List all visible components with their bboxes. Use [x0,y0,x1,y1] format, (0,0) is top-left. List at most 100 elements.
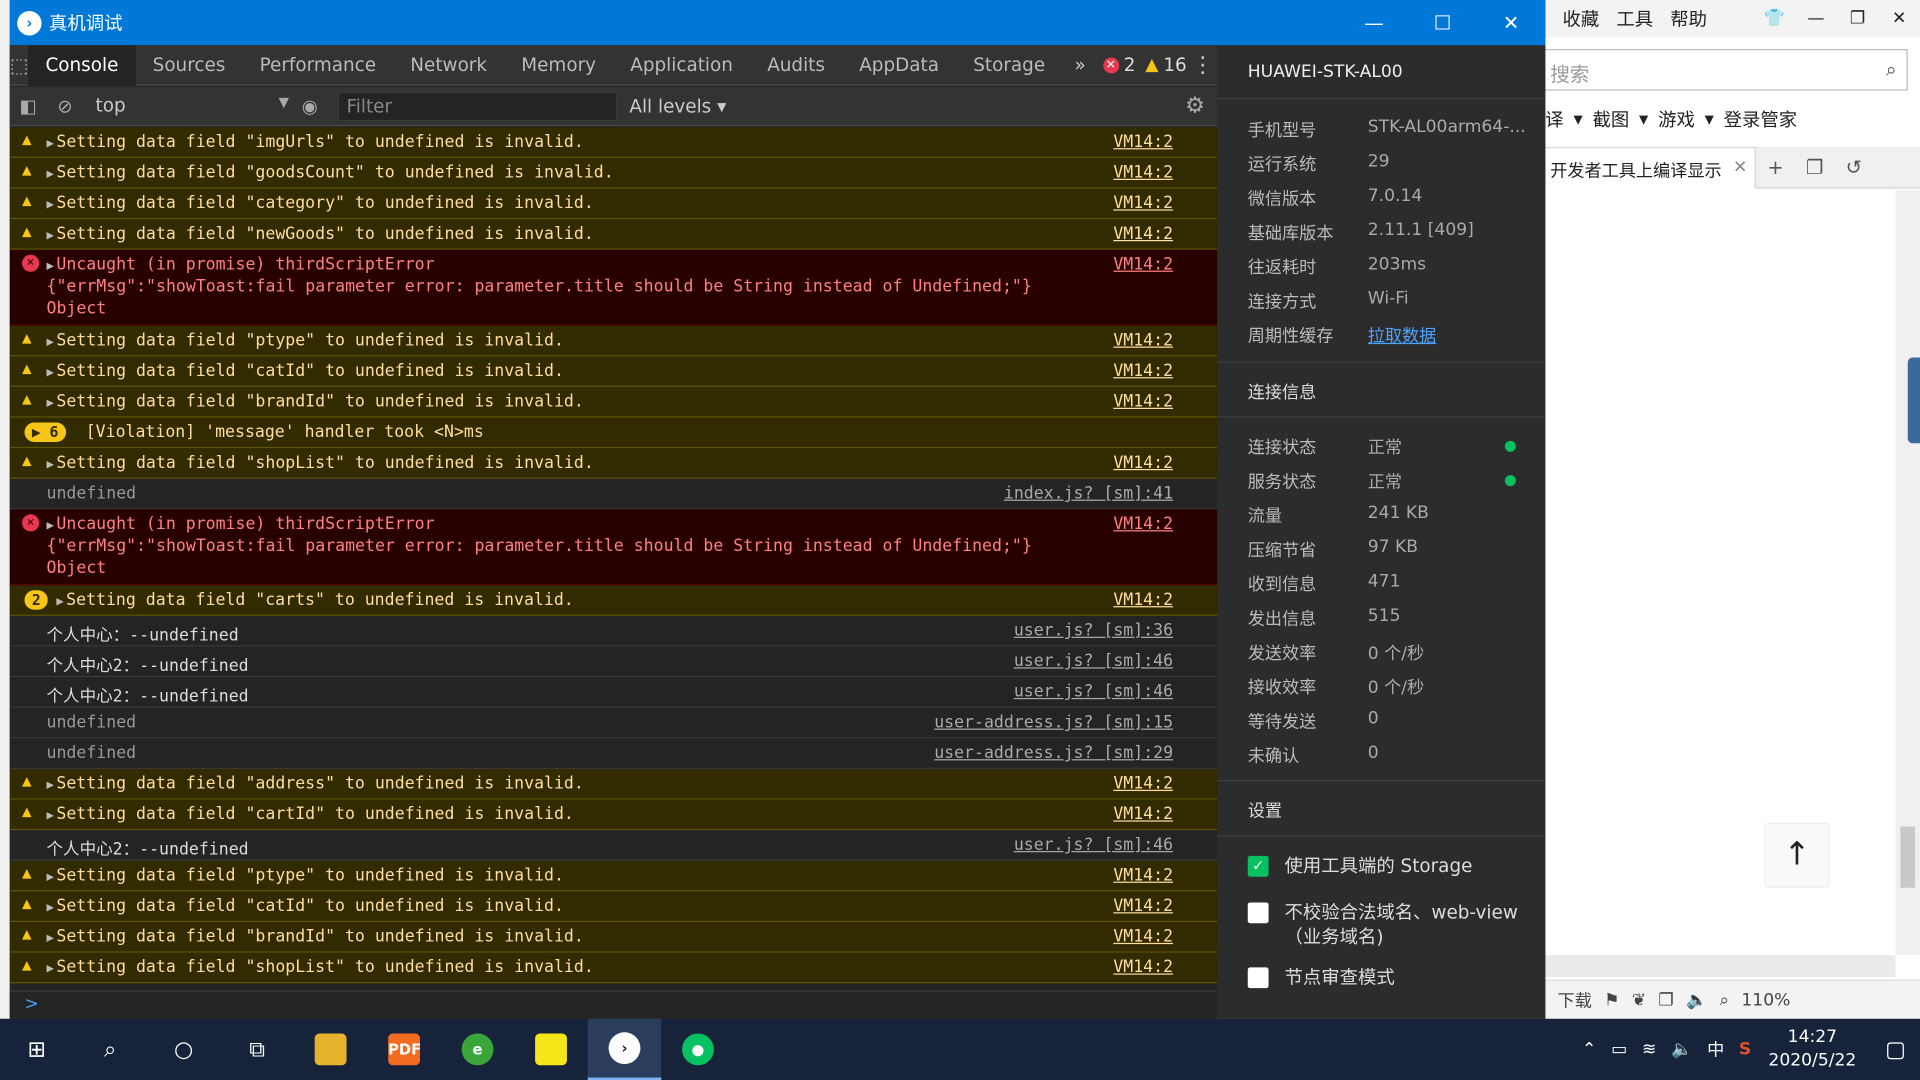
close-icon[interactable]: ✕ [1878,9,1920,29]
issue-counter[interactable]: ✕ 2 ▲ 16 [1098,54,1192,76]
close-button[interactable]: ✕ [1477,0,1546,45]
expand-caret-icon[interactable]: ▶ [47,397,54,410]
inspect-icon[interactable]: ⬚ [10,53,29,76]
expand-caret-icon[interactable]: ▶ [47,260,54,273]
flag-icon[interactable]: ⚑ [1604,990,1619,1010]
log-source-link[interactable]: VM14:2 [1113,590,1173,610]
console-row-info[interactable]: 个人中心：--undefined user.js? [sm]:36 [9,615,1218,647]
log-source-link[interactable]: VM14:2 [1113,927,1173,947]
console-row-warn[interactable]: ▲ ▶ Setting data field "catId" to undefine… [9,356,1218,387]
browser-search-input[interactable]: 搜索 ⌕ [1545,48,1908,91]
tab-sources[interactable]: Sources [136,45,243,85]
link-login[interactable]: 登录管家 [1724,106,1797,132]
log-source-link[interactable]: VM14:2 [1113,132,1173,152]
browser-hscrollbar[interactable] [1545,955,1896,978]
console-row-warn[interactable]: ▲ ▶ Setting data field "address" to undefi… [9,768,1218,800]
sogou-icon[interactable]: S [1739,1040,1751,1060]
console-row-info[interactable]: 个人中心2：--undefined user.js? [sm]:46 [9,830,1218,861]
dropdown-icon[interactable]: ▾ [1639,108,1648,130]
levels-dropdown[interactable]: All levels ▾ [629,95,726,117]
expand-caret-icon[interactable]: ▶ [47,198,54,211]
console-row-info[interactable]: 个人中心2：--undefined user.js? [sm]:46 [9,646,1218,678]
expand-caret-icon[interactable]: ▶ [47,336,54,349]
log-source-link[interactable]: VM14:2 [1113,514,1173,534]
leaf-icon[interactable]: ❦ [1632,990,1646,1010]
console-row-warn[interactable]: ▲ ▶ Setting data field "goodsCount" to und… [9,157,1218,189]
zoom-level[interactable]: 110% [1741,990,1790,1010]
checkbox-checked-icon[interactable]: ✓ [1247,855,1269,877]
menu-tools[interactable]: 工具 [1616,6,1653,32]
log-source-link[interactable]: user.js? [sm]:46 [1014,835,1173,855]
log-source-link[interactable]: VM14:2 [1113,453,1173,473]
console-row-warn[interactable]: ▲ ▶ Setting data field "ptype" to undefine… [9,860,1218,892]
context-selector[interactable]: top ▼ [88,91,291,120]
console-row-err[interactable]: ✕ ▶ Uncaught (in promise) thirdScriptError… [9,249,1218,326]
download-label[interactable]: 下载 [1558,988,1592,1012]
log-source-link[interactable]: VM14:2 [1113,331,1173,351]
pull-data-link[interactable]: 拉取数据 [1368,323,1527,347]
cortana-icon[interactable]: ○ [147,1019,220,1080]
new-tab-icon[interactable]: + [1756,156,1795,179]
windows-start-icon[interactable]: ⊞ [0,1019,73,1080]
volume-icon[interactable]: 🔈 [1671,1040,1692,1060]
expand-caret-icon[interactable]: ▶ [47,168,54,181]
expand-caret-icon[interactable]: ▶ [47,901,54,914]
close-tab-icon[interactable]: ✕ [1733,157,1747,177]
browser-app-icon[interactable]: e [441,1019,514,1080]
expand-caret-icon[interactable]: ▶ [56,595,63,608]
console-row-warn[interactable]: ▲ ▶ Setting data field "brandId" to undefi… [9,386,1218,418]
log-source-link[interactable]: user-address.js? [sm]:29 [934,743,1173,763]
wechat-icon[interactable]: ● [661,1019,734,1080]
sidebar-toggle-icon[interactable]: ◧ [10,95,47,117]
tab-appdata[interactable]: AppData [842,45,956,85]
clock[interactable]: 14:27 2020/5/22 [1768,1026,1856,1073]
log-source-link[interactable]: VM14:2 [1113,392,1173,412]
expand-caret-icon[interactable]: ▶ [47,519,54,532]
pdf-app-icon[interactable]: PDF [367,1019,440,1080]
sticky-notes-icon[interactable] [514,1019,587,1080]
log-object[interactable]: Object [47,558,107,578]
console-row-warn[interactable]: ▲ ▶ Setting data field "ptype" to undefine… [9,325,1218,357]
expand-caret-icon[interactable]: ▶ [47,962,54,975]
tray-chevron-icon[interactable]: ⌃ [1582,1040,1596,1060]
window-icon[interactable]: ❐ [1658,990,1673,1010]
expand-caret-icon[interactable]: ▶ [47,779,54,792]
eye-icon[interactable]: ◉ [291,95,328,117]
repeat-count-badge[interactable]: ▶ 6 [24,422,66,443]
tab-audits[interactable]: Audits [750,45,842,85]
menu-help[interactable]: 帮助 [1670,6,1707,32]
notification-icon[interactable]: ▢ [1871,1037,1920,1063]
tab-application[interactable]: Application [613,45,750,85]
console-row-warn[interactable]: ▲ ▶ Setting data field "category" to undef… [9,188,1218,220]
log-source-link[interactable]: VM14:2 [1113,224,1173,244]
dropdown-icon[interactable]: ▾ [1705,108,1714,130]
dropdown-icon[interactable]: ▾ [1573,108,1582,130]
maximize-button[interactable]: ☐ [1408,0,1477,45]
console-row-info[interactable]: 个人中心2：--undefined user.js? [sm]:46 [9,677,1218,708]
expand-caret-icon[interactable]: ▶ [47,366,54,379]
checkbox[interactable] [1247,902,1269,924]
tab-performance[interactable]: Performance [242,45,393,85]
tab-memory[interactable]: Memory [504,45,613,85]
log-source-link[interactable]: VM14:2 [1113,774,1173,794]
browser-tab[interactable]: 开发者工具上编译显示 ✕ [1545,146,1756,188]
filter-input[interactable]: Filter [337,91,618,121]
console-row-warn[interactable]: ▲ ▶ Setting data field "cartId" to undefin… [9,799,1218,831]
console-row-warn[interactable]: ▲ ▶ Setting data field "newGoods" to undef… [9,219,1218,250]
log-source-link[interactable]: user.js? [sm]:46 [1014,682,1173,702]
back-to-top-icon[interactable]: ↑ [1764,822,1830,888]
log-source-link[interactable]: VM14:2 [1113,163,1173,183]
expand-caret-icon[interactable]: ▶ [47,871,54,884]
wechat-devtools-taskbar-icon[interactable]: › [587,1018,662,1080]
expand-caret-icon[interactable]: ▶ [47,229,54,242]
link-screenshot[interactable]: 截图 [1593,106,1630,132]
console-row-err[interactable]: ✕ ▶ Uncaught (in promise) thirdScriptError… [9,509,1218,586]
log-source-link[interactable]: index.js? [sm]:41 [1004,484,1173,504]
tab-console[interactable]: Console [28,44,136,86]
console-row-warn[interactable]: ▲ ▶ Setting data field "shopList" to undef… [9,448,1218,479]
console-row-warn[interactable]: ▲ ▶ Setting data field "brandId" to undefi… [9,922,1218,953]
more-tabs-button[interactable]: » [1062,54,1098,76]
checkbox[interactable] [1247,967,1269,989]
gear-icon[interactable]: ⚙ [1185,93,1205,119]
minimize-button[interactable]: — [1340,0,1409,45]
